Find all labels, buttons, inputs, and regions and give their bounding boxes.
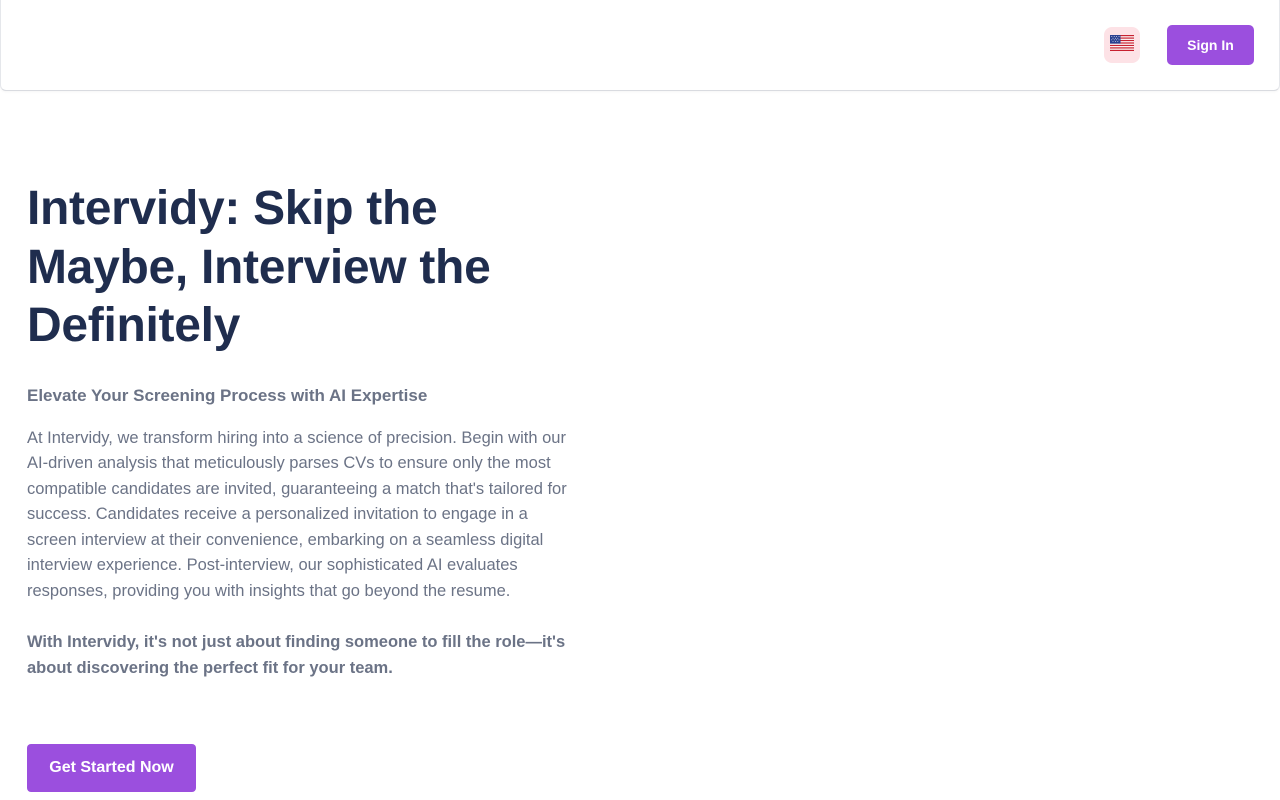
top-navigation-bar: Sign In bbox=[0, 0, 1280, 91]
hero-subtitle: Elevate Your Screening Process with AI E… bbox=[27, 385, 428, 405]
page-title: Intervidy: Skip the Maybe, Interview the… bbox=[27, 182, 491, 352]
hero-description: At Intervidy, we transform hiring into a… bbox=[27, 428, 567, 600]
us-flag-icon bbox=[1110, 34, 1134, 56]
hero-closing-statement: With Intervidy, it's not just about find… bbox=[27, 633, 566, 677]
sign-in-button[interactable]: Sign In bbox=[1167, 25, 1254, 65]
language-selector-button[interactable] bbox=[1104, 27, 1140, 63]
hero-section: Intervidy: Skip the Maybe, Interview the… bbox=[27, 180, 577, 681]
get-started-button[interactable]: Get Started Now bbox=[27, 744, 196, 792]
